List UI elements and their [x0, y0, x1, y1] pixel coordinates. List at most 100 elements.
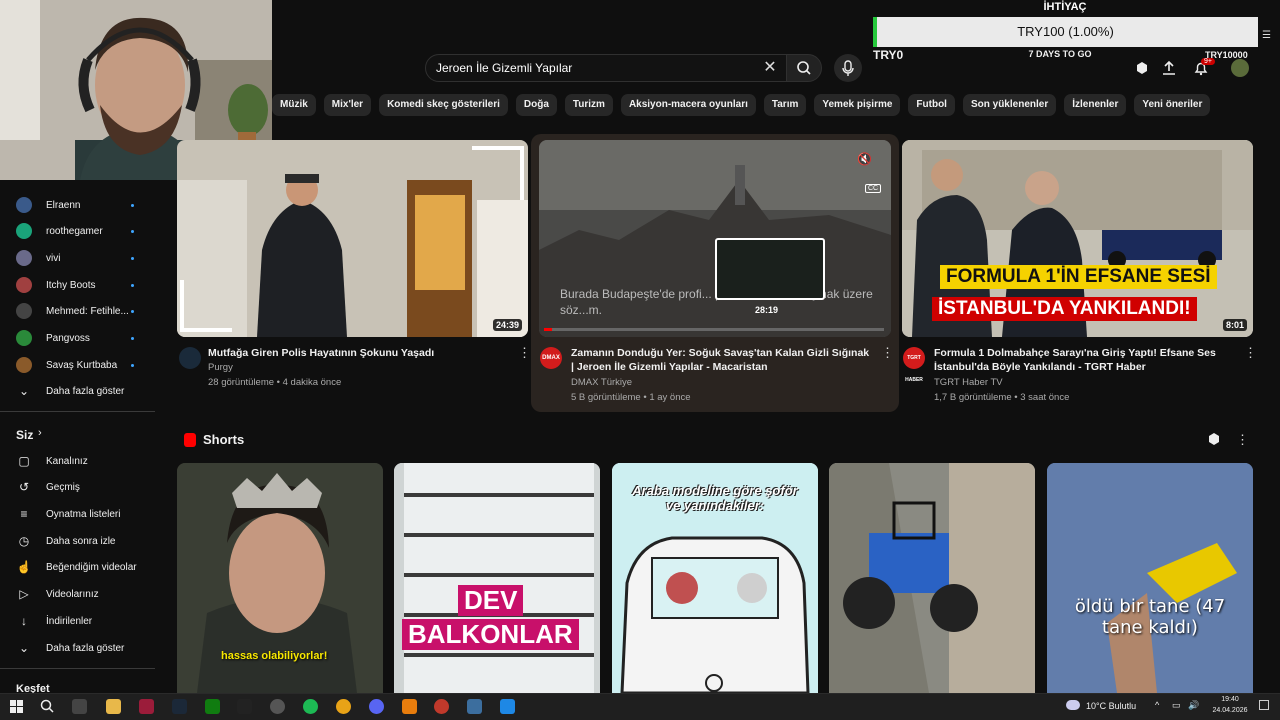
live-dot: [131, 203, 134, 207]
more-options-icon[interactable]: ⋮: [518, 345, 531, 361]
video-title[interactable]: Formula 1 Dolmabahçe Sarayı'na Giriş Yap…: [934, 346, 1234, 374]
chip-7[interactable]: Yemek pişirme: [814, 94, 901, 116]
video-thumbnail[interactable]: 24:39: [177, 140, 528, 337]
chip-11[interactable]: Yeni öneriler: [1134, 94, 1211, 116]
file-explorer-icon[interactable]: [106, 699, 121, 714]
chrome-icon[interactable]: [336, 699, 351, 714]
sidebar-subscription-item[interactable]: Itchy Boots: [16, 274, 156, 296]
sidebar-item-watch-later[interactable]: ◷ Daha sonra izle: [16, 530, 156, 552]
chip-1[interactable]: Mix'ler: [323, 94, 372, 116]
sidebar-item-label: Beğendiğim videolar: [46, 561, 137, 573]
channel-avatar: [16, 250, 32, 266]
windows-start-icon[interactable]: [10, 700, 23, 713]
sidebar-subscription-item[interactable]: Mehmed: Fetihle...: [16, 300, 156, 322]
sidebar: Elraenn roothegamer vivi Itchy Boots Mehmed:…: [0, 180, 160, 695]
short-thumbnail[interactable]: [829, 463, 1035, 693]
chip-5[interactable]: Aksiyon-macera oyunları: [620, 94, 756, 116]
more-options-icon[interactable]: ⋮: [881, 345, 894, 361]
search-input[interactable]: Jeroen İle Gizemli Yapılar: [425, 54, 790, 82]
sidebar-item-playlists[interactable]: ≡ Oynatma listeleri: [16, 503, 156, 525]
thumbnail-banner-bottom: İSTANBUL'DA YANKILANDI!: [932, 297, 1197, 321]
weather-text[interactable]: 10°C Bulutlu: [1086, 701, 1136, 711]
upload-icon[interactable]: [1161, 60, 1177, 76]
app-icon[interactable]: [500, 699, 515, 714]
show-more-subs-icon: ⌄: [18, 384, 30, 398]
thumbnail-image: [177, 140, 528, 337]
sidebar-subscription-item[interactable]: roothegamer: [16, 220, 156, 242]
mute-icon[interactable]: 🔇: [857, 152, 872, 166]
task-view-icon[interactable]: [72, 699, 87, 714]
clear-search-icon[interactable]: ✕: [760, 58, 780, 78]
sidebar-item-liked-videos[interactable]: ☝ Beğendiğim videolar: [16, 556, 156, 578]
channel-name[interactable]: DMAX Türkiye: [571, 375, 632, 390]
channel-avatar[interactable]: DMAX: [540, 347, 562, 369]
chip-8[interactable]: Futbol: [908, 94, 955, 116]
app-icon[interactable]: [467, 699, 482, 714]
avatar[interactable]: [1231, 59, 1249, 77]
chip-0[interactable]: Müzik: [272, 94, 316, 116]
sidebar-subscription-item[interactable]: Elraenn: [16, 194, 156, 216]
short-thumbnail[interactable]: hassas olabiliyorlar!: [177, 463, 383, 693]
your-videos-icon: ▷: [19, 587, 29, 601]
short-caption: hassas olabiliyorlar!: [221, 650, 328, 662]
sidebar-subscription-item[interactable]: Pangvoss: [16, 327, 156, 349]
sidebar-item-label: Itchy Boots: [46, 279, 96, 291]
voice-search-button[interactable]: [834, 54, 862, 82]
chip-4[interactable]: Turizm: [564, 94, 613, 116]
sidebar-subscription-item[interactable]: vivi: [16, 247, 156, 269]
sidebar-subscription-item[interactable]: Savaş Kurtbaba: [16, 354, 156, 376]
steam-icon[interactable]: [172, 699, 187, 714]
sidebar-item-your-videos[interactable]: ▷ Videolarınız: [16, 583, 156, 605]
epic-games-icon[interactable]: [237, 699, 252, 714]
sidebar-item-history[interactable]: ↺ Geçmiş: [16, 476, 156, 498]
channel-avatar[interactable]: TGRT HABER: [903, 347, 925, 383]
video-thumbnail[interactable]: FORMULA 1'İN EFSANE SESİ İSTANBUL'DA YAN…: [902, 140, 1253, 337]
more-options-icon[interactable]: ⋮: [1244, 345, 1257, 361]
channel-name[interactable]: TGRT Haber TV: [934, 375, 1003, 390]
discord-icon[interactable]: [369, 699, 384, 714]
video-title[interactable]: Mutfağa Giren Polis Hayatının Şokunu Yaş…: [208, 346, 508, 360]
sidebar-item-downloads[interactable]: ↓ İndirilenler: [16, 610, 156, 632]
short-thumbnail[interactable]: Araba modeline göre şoför ve yanındakile…: [612, 463, 818, 693]
chip-9[interactable]: Son yüklenenler: [962, 94, 1057, 116]
chip-2[interactable]: Komedi skeç gösterileri: [379, 94, 508, 116]
progress-track[interactable]: [544, 328, 884, 331]
sidebar-item-channel[interactable]: ▢ Kanalınız: [16, 450, 156, 472]
spotify-icon[interactable]: [303, 699, 318, 714]
tray-volume-icon[interactable]: 🔊: [1188, 700, 1199, 711]
clock-date[interactable]: 24.04.2026: [1204, 707, 1256, 714]
sidebar-item-label: roothegamer: [46, 225, 103, 237]
shorts-feedback-icon[interactable]: [1207, 432, 1221, 446]
menu-icon[interactable]: ☰: [1262, 30, 1271, 41]
tray-network-icon[interactable]: ▭: [1172, 700, 1181, 711]
channel-avatar[interactable]: [179, 347, 201, 369]
xbox-icon[interactable]: [205, 699, 220, 714]
chip-3[interactable]: Doğa: [515, 94, 557, 116]
sidebar-item-label: Oynatma listeleri: [46, 508, 121, 520]
video-title[interactable]: Zamanın Donduğu Yer: Soğuk Savaş'tan Kal…: [571, 346, 871, 374]
app-icon[interactable]: [434, 699, 449, 714]
chip-10[interactable]: İzlenenler: [1064, 94, 1127, 116]
notification-center-icon[interactable]: [1259, 700, 1269, 710]
shorts-logo-icon: [184, 433, 196, 447]
video-preview[interactable]: Burada Budapeşte'de profi... perest Bob'…: [539, 140, 891, 337]
short-thumbnail[interactable]: DEV BALKONLAR: [394, 463, 600, 693]
shorts-more-icon[interactable]: ⋮: [1236, 432, 1249, 448]
clock-time[interactable]: 19:40: [1213, 696, 1247, 703]
sidebar-item-show-more[interactable]: ⌄ Daha fazla göster: [16, 637, 156, 659]
blender-icon[interactable]: [402, 699, 417, 714]
short-thumbnail[interactable]: öldü bir tane (47 tane kaldı): [1047, 463, 1253, 693]
search-button[interactable]: [786, 54, 822, 82]
opera-gx-icon[interactable]: [139, 699, 154, 714]
channel-name[interactable]: Purgy: [208, 360, 233, 375]
taskbar-search-icon[interactable]: [40, 699, 55, 714]
create-icon[interactable]: [1134, 60, 1150, 76]
sidebar-item-show-more-subs[interactable]: ⌄ Daha fazla göster: [16, 380, 156, 402]
tray-chevron-icon[interactable]: ^: [1155, 700, 1159, 710]
chip-6[interactable]: Tarım: [763, 94, 807, 116]
sidebar-you-header[interactable]: Siz: [16, 428, 33, 442]
obs-icon[interactable]: [270, 699, 285, 714]
video-meta: 1,7 B görüntüleme • 3 saat önce: [934, 392, 1070, 403]
channel-icon: ▢: [18, 454, 30, 468]
captions-icon[interactable]: CC: [865, 184, 882, 193]
